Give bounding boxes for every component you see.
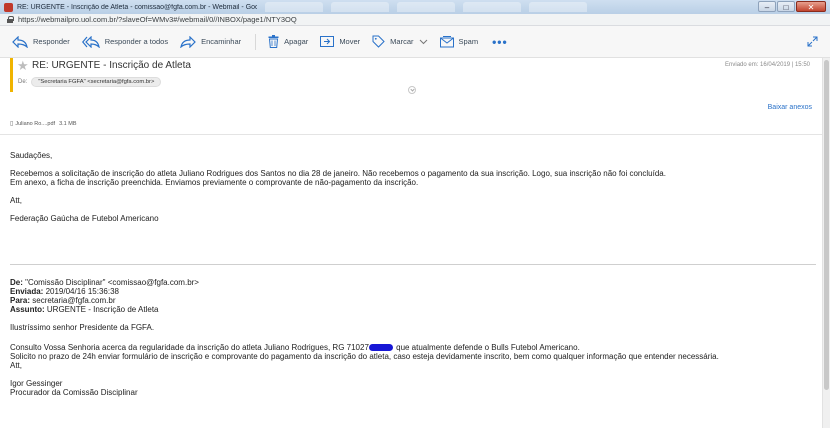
maximize-button[interactable]: □ (777, 1, 795, 12)
browser-tab[interactable] (463, 2, 521, 12)
lock-icon (7, 16, 14, 23)
body-greeting: Saudações, (10, 151, 53, 160)
quoted-from-value: "Comissão Disciplinar" <comissao@fgfa.co… (22, 278, 199, 287)
toolbar-divider (255, 33, 257, 50)
delete-button[interactable]: Apagar (268, 31, 308, 53)
body-paragraph-line: Em anexo, a ficha de inscrição preenchid… (10, 178, 419, 187)
spam-icon (439, 35, 454, 47)
attachment-name: Juliano Ro....pdf (15, 120, 56, 127)
quoted-to-line: Para: secretaria@fgfa.com.br (10, 296, 116, 305)
redaction-mark (368, 344, 393, 351)
sender-row: De: "Secretaria FGFA" <secretaria@fgfa.c… (18, 77, 162, 87)
quoted-to-label: Para: (10, 296, 31, 305)
browser-tab[interactable] (265, 2, 323, 12)
header-divider (0, 134, 822, 135)
quoted-message-divider (10, 264, 816, 265)
quoted-signature-title: Procurador da Comissão Disciplinar (10, 388, 138, 397)
quoted-subject-label: Assunto: (10, 305, 45, 314)
mark-dropdown[interactable]: Marcar (372, 31, 427, 53)
app-favicon-icon (4, 2, 13, 12)
body-paragraph-line: Recebemos a solicitação de inscrição do … (10, 169, 666, 178)
quoted-closing: Att, (10, 361, 23, 370)
quoted-signature-name: Igor Gessinger (10, 379, 63, 388)
spam-label: Spam (458, 37, 479, 46)
move-folder-icon (320, 36, 335, 47)
download-attachments-link[interactable]: Baixar anexos (768, 104, 812, 111)
tag-icon (372, 35, 385, 48)
browser-tab[interactable] (529, 2, 587, 12)
reply-button[interactable]: Responder (12, 31, 70, 53)
address-bar[interactable]: https://webmailpro.uol.com.br/?slaveOf=W… (0, 14, 830, 26)
body-signature: Federação Gaúcha de Futebol Americano (10, 214, 159, 223)
attachments-section: Baixar anexos ▯ Juliano Ro....pdf 3.1 MB (10, 104, 822, 134)
quoted-sent-line: Enviada: 2019/04/16 15:36:38 (10, 287, 119, 296)
minimize-button[interactable]: – (758, 1, 776, 12)
mark-label: Marcar (390, 37, 414, 46)
window-title: RE: URGENTE - Inscrição de Atleta - comi… (17, 3, 257, 11)
move-button[interactable]: Mover (320, 31, 360, 53)
quoted-paragraph-line: Solicito no prazo de 24h enviar formulár… (10, 352, 719, 361)
trash-icon (268, 35, 279, 48)
background-tabs (265, 2, 587, 12)
attachment-item[interactable]: ▯ Juliano Ro....pdf 3.1 MB (10, 120, 77, 128)
url-text[interactable]: https://webmailpro.uol.com.br/?slaveOf=W… (18, 15, 297, 24)
quoted-sent-value: 2019/04/16 15:36:38 (43, 287, 119, 296)
spam-button[interactable]: Spam (439, 31, 479, 53)
reply-all-icon (81, 35, 100, 48)
quoted-from-label: De: (10, 278, 23, 287)
move-label: Mover (339, 37, 361, 46)
quoted-greeting: Ilustríssimo senhor Presidente da FGFA. (10, 323, 155, 332)
quoted-from-line: De: "Comissão Disciplinar" <comissao@fgf… (10, 278, 199, 287)
collapse-header-icon[interactable] (408, 86, 416, 94)
forward-icon (180, 35, 196, 48)
browser-tab[interactable] (331, 2, 389, 12)
more-options-button[interactable]: ••• (492, 35, 508, 49)
delete-label: Apagar (284, 37, 309, 46)
body-closing: Att, (10, 196, 23, 205)
sender-chip[interactable]: "Secretaria FGFA" <secretaria@fgfa.com.b… (31, 77, 162, 87)
attachment-size: 3.1 MB (59, 120, 77, 127)
mail-toolbar: Responder Responder a todos Encaminhar A… (0, 26, 830, 58)
quoted-paragraph-line: Consulto Vossa Senhoria acerca da regula… (10, 343, 580, 352)
quoted-line1-end: que atualmente defende o Bulls Futebol A… (393, 343, 580, 352)
quoted-to-value: secretaria@fgfa.com.br (30, 296, 116, 305)
expand-icon[interactable] (807, 36, 818, 47)
quoted-subject-value: URGENTE - Inscrição de Atleta (44, 305, 159, 314)
reply-all-label: Responder a todos (104, 37, 169, 46)
message-subject: RE: URGENTE - Inscrição de Atleta (32, 60, 191, 71)
browser-tab[interactable] (397, 2, 455, 12)
scrollbar-thumb[interactable] (824, 60, 829, 390)
chevron-down-icon (419, 39, 427, 44)
quoted-line1-start: Consulto Vossa Senhoria acerca da regula… (10, 343, 369, 352)
window-title-bar: RE: URGENTE - Inscrição de Atleta - comi… (0, 0, 830, 14)
from-label: De: (18, 79, 28, 85)
message-header: ★ RE: URGENTE - Inscrição de Atleta Envi… (10, 58, 822, 92)
close-window-button[interactable]: ✕ (796, 1, 826, 12)
sent-date: Enviado em: 16/04/2019 | 15:50 (725, 62, 810, 68)
star-icon[interactable]: ★ (17, 59, 29, 72)
quoted-sent-label: Enviada: (10, 287, 44, 296)
paperclip-icon: ▯ (10, 121, 14, 127)
forward-button[interactable]: Encaminhar (180, 31, 241, 53)
window-controls: – □ ✕ (758, 1, 826, 12)
forward-label: Encaminhar (201, 37, 242, 46)
quoted-subject-line: Assunto: URGENTE - Inscrição de Atleta (10, 305, 159, 314)
reply-all-button[interactable]: Responder a todos (81, 31, 169, 53)
reply-label: Responder (33, 37, 70, 46)
vertical-scrollbar[interactable] (822, 58, 830, 428)
reply-icon (12, 35, 28, 48)
